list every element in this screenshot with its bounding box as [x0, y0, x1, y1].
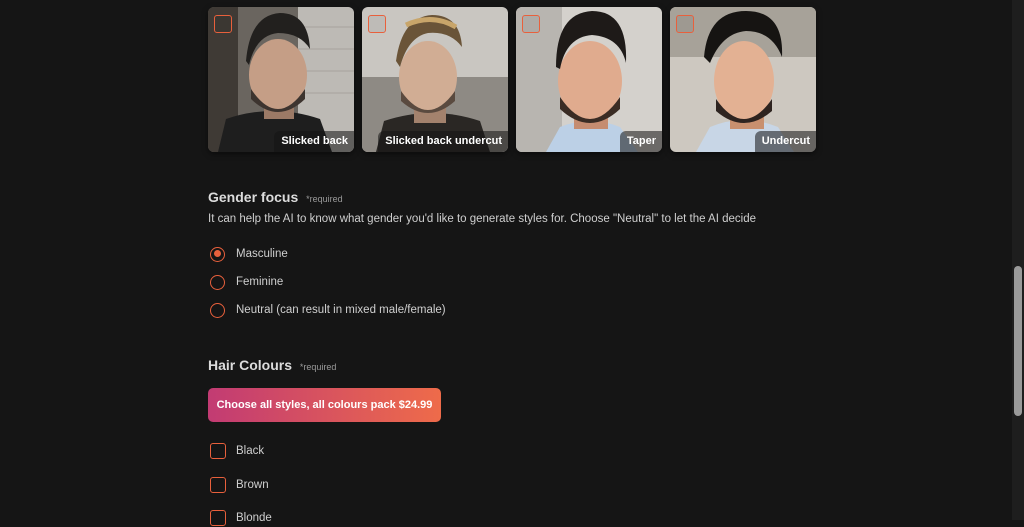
colour-option-label: Black [236, 445, 265, 457]
required-note: *required [299, 362, 337, 372]
gender-option-feminine[interactable]: Feminine [210, 273, 283, 291]
style-card-taper[interactable]: Taper [516, 7, 662, 152]
colour-option-black[interactable]: Black [210, 442, 264, 460]
style-label: Undercut [754, 131, 816, 152]
hair-colours-title: Hair Colours *required [208, 357, 336, 373]
gender-focus-heading: Gender focus [208, 189, 299, 205]
radio-button[interactable] [210, 246, 225, 262]
colour-option-blonde[interactable]: Blonde [210, 509, 272, 527]
page: Slicked back Slicked back undercut Taper… [0, 0, 1012, 526]
style-label: Slicked back [274, 131, 354, 152]
gender-option-label: Feminine [236, 276, 284, 288]
gender-option-masculine[interactable]: Masculine [210, 245, 288, 263]
style-checkbox[interactable] [676, 15, 694, 33]
all-styles-colours-pack-button[interactable]: Choose all styles, all colours pack $24.… [208, 388, 441, 422]
scrollbar[interactable] [1012, 0, 1024, 520]
checkbox[interactable] [210, 477, 226, 493]
colour-option-label: Blonde [236, 512, 272, 524]
style-checkbox[interactable] [522, 15, 540, 33]
checkbox[interactable] [210, 510, 226, 526]
hair-colours-heading: Hair Colours [208, 357, 293, 373]
gender-option-label: Masculine [236, 248, 288, 260]
style-label: Slicked back undercut [378, 131, 508, 152]
style-checkbox[interactable] [214, 15, 232, 33]
radio-button[interactable] [210, 302, 225, 318]
colour-option-label: Brown [236, 479, 269, 491]
style-card-slicked-back[interactable]: Slicked back [208, 7, 354, 152]
gender-focus-description: It can help the AI to know what gender y… [208, 213, 756, 225]
style-checkbox[interactable] [368, 15, 386, 33]
colour-option-brown[interactable]: Brown [210, 476, 269, 494]
gender-option-neutral[interactable]: Neutral (can result in mixed male/female… [210, 301, 446, 319]
style-label: Taper [619, 131, 662, 152]
style-card-undercut[interactable]: Undercut [670, 7, 816, 152]
required-note: *required [306, 194, 343, 204]
radio-button[interactable] [210, 274, 225, 290]
checkbox[interactable] [210, 443, 226, 459]
scrollbar-thumb[interactable] [1014, 266, 1022, 416]
gender-option-label: Neutral (can result in mixed male/female… [236, 304, 446, 316]
style-card-slicked-back-undercut[interactable]: Slicked back undercut [362, 7, 508, 152]
gender-focus-title: Gender focus *required [208, 189, 343, 205]
